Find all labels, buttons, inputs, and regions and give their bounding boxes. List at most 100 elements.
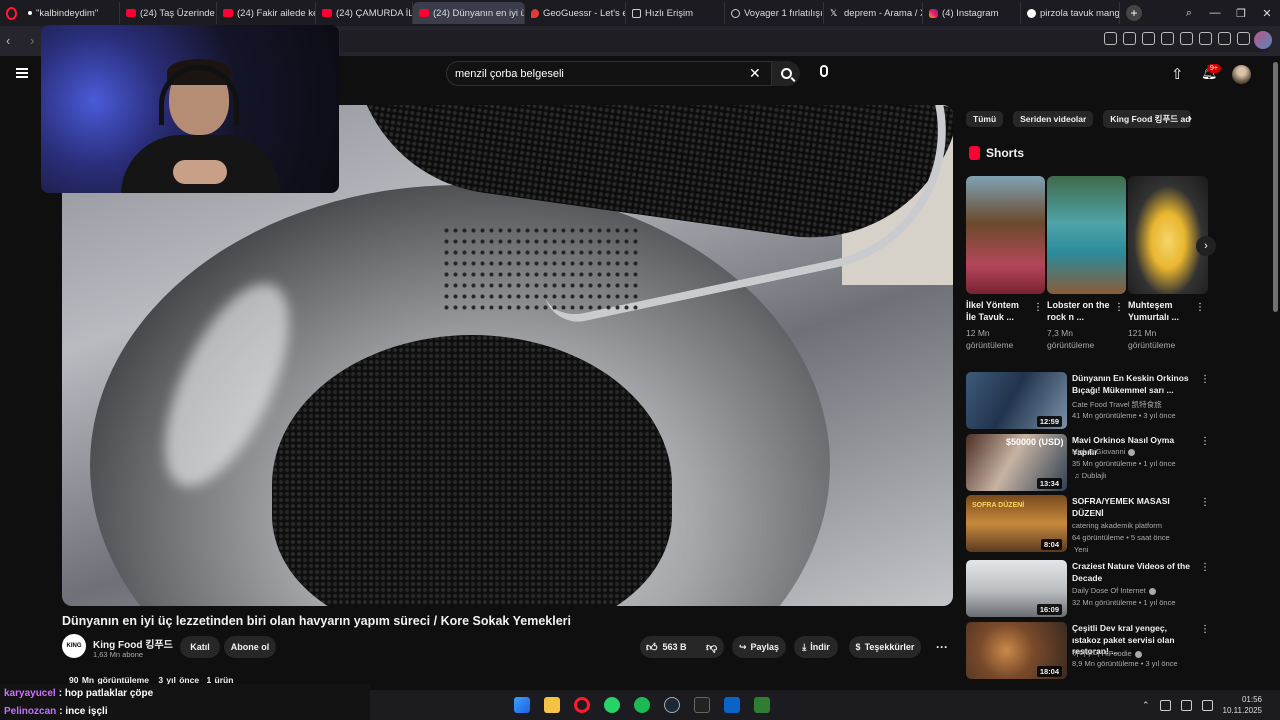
download-icon[interactable] [1218,32,1231,45]
kebab-menu-icon[interactable]: ⋮ [1195,302,1205,313]
short-item[interactable]: İlkel Yöntem İle Tavuk ... 12 Mn görüntü… [966,176,1045,350]
recommended-video[interactable]: $50000 (USD) 13:34 Mavi Orkinos Nasıl Oy… [966,434,1216,492]
heart-icon[interactable] [1199,32,1212,45]
kebab-menu-icon[interactable]: ⋮ [1200,374,1210,385]
hamburger-menu-icon[interactable] [16,68,28,78]
channel-name[interactable]: catering akademik platform [1072,521,1162,530]
channel-name[interactable]: Nick DiGiovanni [1072,447,1136,456]
video-title[interactable]: SOFRA/YEMEK MASASI DÜZENİ [1072,496,1194,519]
clock[interactable]: 01:56 10.11.2025 [1223,694,1262,716]
recommended-video[interactable]: 12:59 Dünyanın En Keskin Orkinos Bıçağı!… [966,372,1216,430]
tab-x-search[interactable]: 𝕏 deprem - Arama / X [824,2,923,24]
account-avatar[interactable] [1232,65,1251,84]
microphone-icon[interactable] [820,65,828,77]
short-item[interactable]: Muhteşem Yumurtalı ... 121 Mn görüntülem… [1128,176,1208,350]
youtube-icon [126,9,136,17]
kebab-menu-icon[interactable]: ⋮ [1200,624,1210,635]
chip-series[interactable]: Seriden videolar [1013,111,1094,127]
volume-icon[interactable] [1201,699,1213,711]
steam-icon[interactable] [664,697,680,713]
tab-youtube-2[interactable]: (24) Fakir ailede kedi o [217,2,316,24]
search-button[interactable] [772,61,800,86]
channel-name[interactable]: 하이푸디 HiFoodie [1072,648,1142,659]
new-tab-button[interactable]: + [1126,5,1142,21]
microphone-tray-icon[interactable] [1159,699,1171,711]
upload-icon[interactable]: ⇧ [1171,65,1184,83]
window-controls: ⌕ — ❐ ✕ [1176,0,1280,26]
kebab-menu-icon[interactable]: ⋮ [1200,562,1210,573]
subscribe-button[interactable]: Abone ol [224,636,276,658]
clear-search-icon[interactable]: ✕ [749,65,761,82]
search-tabs-icon[interactable]: ⌕ [1176,7,1202,20]
like-button[interactable]: 👍︎ 563 B [640,641,692,654]
search-icon[interactable] [1104,32,1117,45]
whatsapp-icon[interactable] [604,697,620,713]
kebab-menu-icon[interactable]: ⋮ [1114,302,1124,313]
network-icon[interactable] [1180,699,1192,711]
like-dislike-group: 👍︎ 563 B 👎︎ [640,636,724,658]
opera-browser-icon[interactable] [574,697,590,713]
tab-instagram[interactable]: (4) Instagram [923,2,1021,24]
short-thumbnail[interactable] [1047,176,1126,294]
more-actions-button[interactable]: ··· [931,636,953,658]
page-scrollbar-thumb[interactable] [1273,62,1278,312]
minimize-button[interactable]: — [1202,7,1228,19]
channel-name[interactable]: Cate Food Travel 凯特食旅 [1072,399,1162,410]
channel-name[interactable]: King Food 킹푸드 [93,636,173,651]
recommended-video[interactable]: SOFRA DÜZENİ 8:04 SOFRA/YEMEK MASASI DÜZ… [966,495,1216,554]
terminal-icon[interactable] [694,697,710,713]
recommended-video[interactable]: 18:04 Çeşitli Dev kral yengeç, ıstakoz p… [966,622,1216,680]
tab-speed-dial[interactable]: Hızlı Erişim [626,2,725,24]
tab-youtube-1[interactable]: (24) Taş Üzerinde Rulo [120,2,217,24]
close-window-button[interactable]: ✕ [1254,7,1280,20]
tab-google[interactable]: pirzola tavuk mangal - [1021,2,1120,24]
join-button[interactable]: Katıl [180,636,220,658]
tab-youtube-active[interactable]: (24) Dünyanın en iyi ü [413,2,525,24]
maximize-button[interactable]: ❐ [1228,7,1254,20]
shorts-next-button[interactable]: › [1196,236,1216,256]
spotify-icon[interactable] [634,697,650,713]
forward-button[interactable]: › [30,33,34,48]
short-title[interactable]: Lobster on the rock n ... [1047,299,1111,323]
thanks-button[interactable]: $ Teşekkürler [849,636,921,658]
tab-youtube-3[interactable]: (24) ÇAMURDA İLİKLİ [316,2,413,24]
share-button[interactable]: ↪ Paylaş [732,636,786,658]
tab-kalbindeydim[interactable]: "kalbindeydim" [22,2,120,24]
channel-avatar[interactable]: KING [62,634,86,658]
browser-profile-avatar[interactable] [1254,31,1272,49]
channel-name[interactable]: Daily Dose Of Internet [1072,586,1156,595]
chip-channel[interactable]: King Food 킹푸드 adı [1103,110,1192,128]
edit-icon[interactable] [1123,32,1136,45]
recommended-video[interactable]: 16:09 Craziest Nature Videos of the Deca… [966,560,1216,618]
camera-icon[interactable] [1142,32,1155,45]
windows-start-icon[interactable] [514,697,530,713]
dislike-button[interactable]: 👎︎ [692,641,717,654]
short-thumbnail[interactable] [966,176,1045,294]
chevron-up-icon[interactable]: ⌃ [1142,700,1150,711]
short-title[interactable]: İlkel Yöntem İle Tavuk ... [966,299,1030,323]
tab-geoguessr[interactable]: GeoGuessr - Let's expl [525,2,626,24]
download-button[interactable]: ⤓ İndir [794,636,838,658]
dubbed-badge: ♫ Dublajlı [1074,471,1107,480]
menu-icon[interactable] [1237,32,1250,45]
outlook-icon[interactable] [724,697,740,713]
play-icon[interactable] [1180,32,1193,45]
kebab-menu-icon[interactable]: ⋮ [1033,302,1043,313]
app-icon[interactable] [754,697,770,713]
video-title[interactable]: Craziest Nature Videos of the Decade [1072,561,1194,584]
search-input[interactable]: menzil çorba belgeseli [446,61,772,86]
tab-voyager[interactable]: Voyager 1 fırlatılışı [725,2,824,24]
file-explorer-icon[interactable] [544,697,560,713]
video-title[interactable]: Dünyanın En Keskin Orkinos Bıçağı! Mükem… [1072,373,1194,396]
short-item[interactable]: Lobster on the rock n ... 7,3 Mn görüntü… [1047,176,1126,350]
opera-menu-icon[interactable] [0,0,22,26]
chevron-right-icon[interactable]: › [1188,111,1192,125]
shield-icon[interactable] [1161,32,1174,45]
short-title[interactable]: Muhteşem Yumurtalı ... [1128,299,1192,323]
chip-all[interactable]: Tümü [966,111,1004,127]
kebab-menu-icon[interactable]: ⋮ [1200,497,1210,508]
kebab-menu-icon[interactable]: ⋮ [1200,436,1210,447]
back-button[interactable]: ‹ [6,33,10,48]
short-thumbnail[interactable] [1128,176,1208,294]
video-duration: 12:59 [1036,416,1062,427]
